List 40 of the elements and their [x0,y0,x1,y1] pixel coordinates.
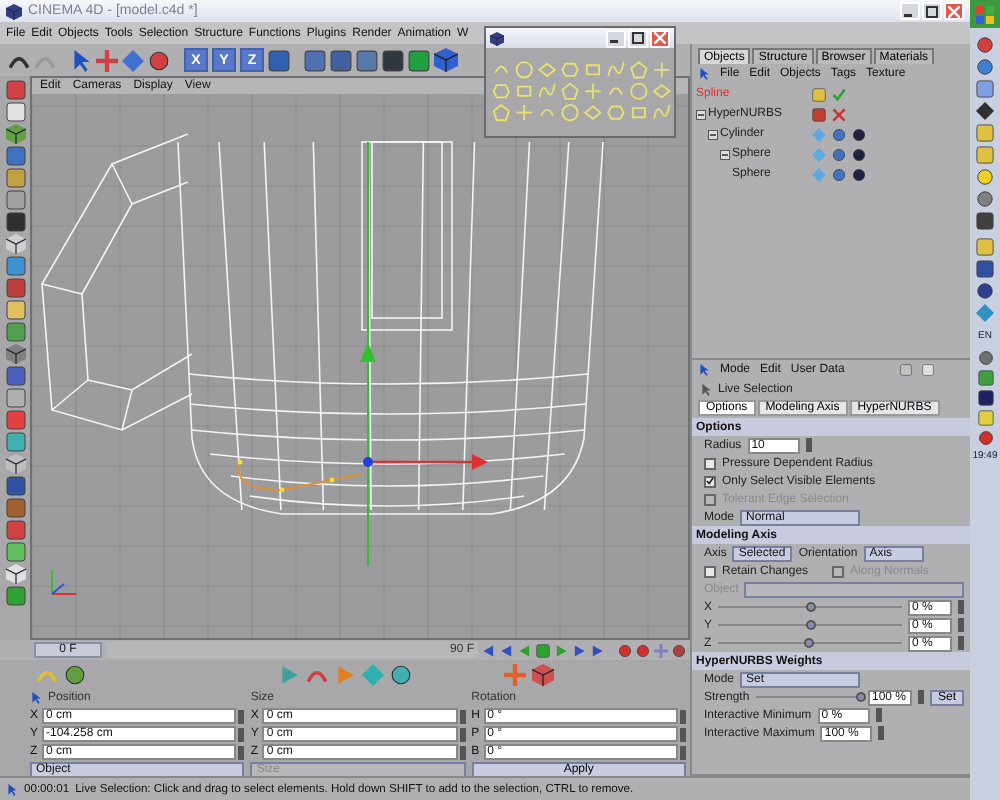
app-icon [6,3,22,19]
move-icon[interactable] [96,49,118,71]
cube-icon[interactable] [532,663,554,685]
tool-icon[interactable] [5,564,25,584]
tool-icon[interactable] [5,234,25,254]
minimize-button[interactable] [900,2,920,20]
maximize-button[interactable] [628,29,648,47]
maximize-icon [632,32,644,44]
record-icon[interactable] [618,643,632,657]
cursor-icon[interactable] [30,692,42,704]
sphere-icon[interactable] [976,282,994,300]
maximize-icon [926,5,938,17]
close-button[interactable] [944,2,964,20]
go-end-icon[interactable] [590,643,604,657]
tool-icon[interactable] [5,344,25,364]
cube-icon[interactable] [434,48,458,72]
stop-icon[interactable] [536,643,550,657]
enabled-check-icon[interactable] [832,87,846,101]
minimize-button[interactable] [606,29,626,47]
collapse-icon[interactable] [720,149,730,159]
cursor-icon[interactable] [698,68,710,80]
close-button[interactable] [650,29,670,47]
tool-icon[interactable] [5,124,25,144]
slider-thumb[interactable] [805,620,815,630]
app-icon [490,31,504,45]
cursor-icon [6,783,18,795]
autokey-icon[interactable] [636,643,650,657]
collapse-icon[interactable] [708,129,718,139]
cursor-icon[interactable] [70,49,92,71]
checkbox[interactable] [704,457,716,469]
slider-thumb[interactable] [856,692,867,702]
collapse-icon[interactable] [696,109,706,119]
checkbox[interactable] [704,565,716,577]
maximize-button[interactable] [922,2,942,20]
checkbox[interactable] [704,475,716,487]
slider-thumb[interactable] [804,638,815,648]
start-button[interactable] [970,0,1000,28]
tool-icon[interactable] [5,454,25,474]
slider-thumb[interactable] [805,602,815,612]
view-axis-icon [51,569,77,595]
